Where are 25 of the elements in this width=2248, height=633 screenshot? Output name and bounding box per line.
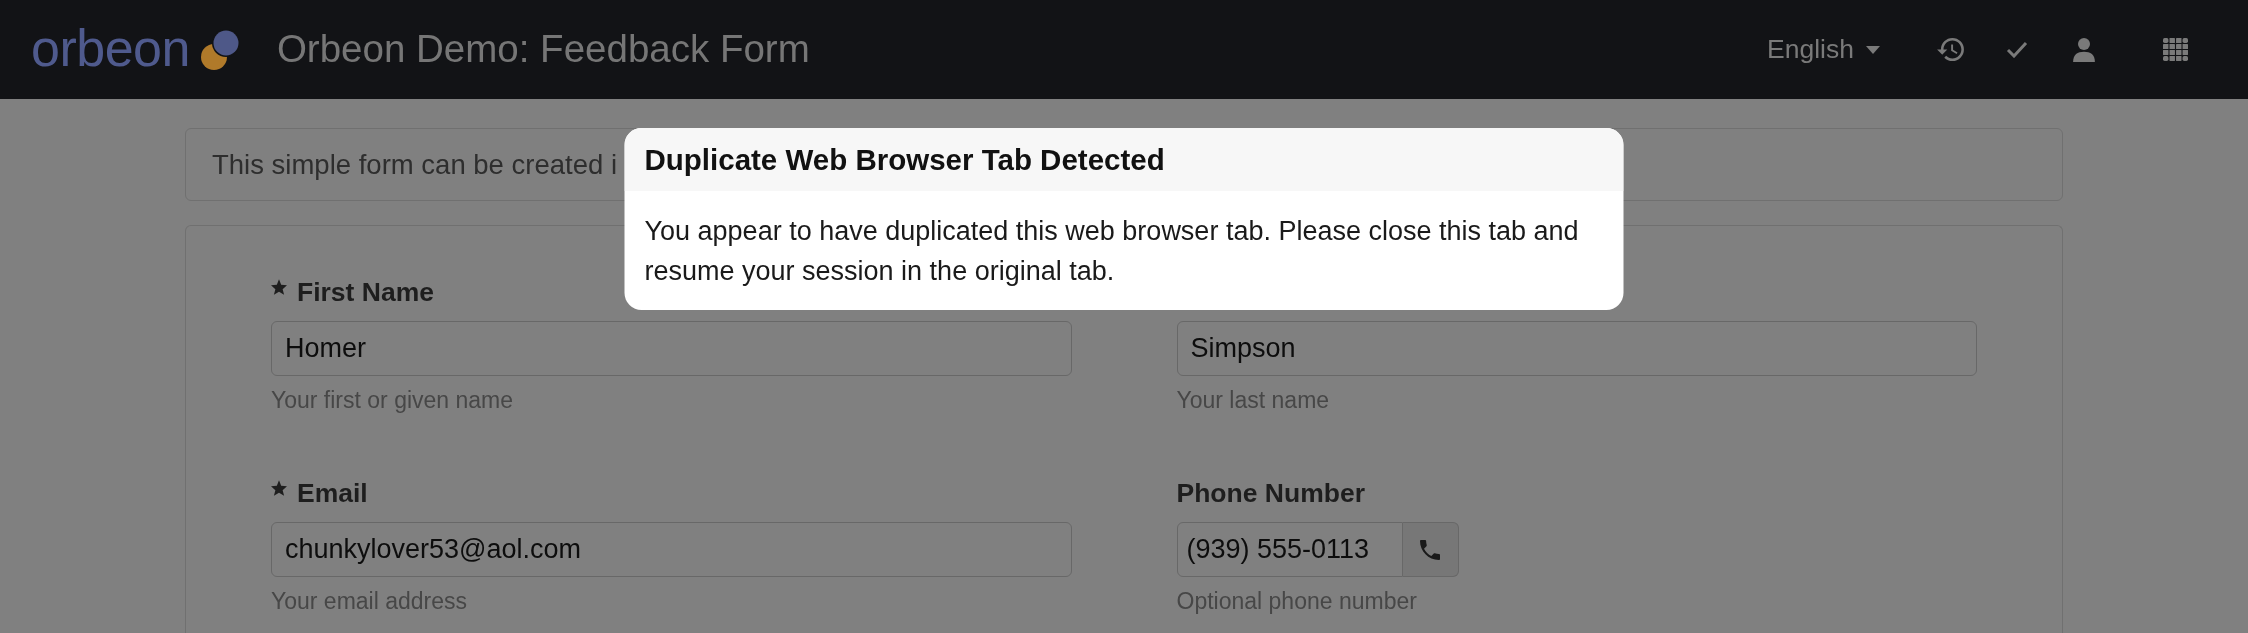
help-text: Optional phone number [1176,589,1418,613]
field-label: Phone Number [1176,479,1365,507]
text-field[interactable]: Simpson [1176,321,1977,376]
check-icon[interactable] [2006,41,2028,58]
language-dropdown[interactable]: English [1767,36,1880,63]
user-icon[interactable] [2073,37,2095,62]
phone-field[interactable]: (939) 555-0113 [1176,522,1403,577]
logo-text: orbeon [31,21,190,74]
intro-text: This simple form can be created i [212,147,618,182]
help-text: Your first or given name [271,388,515,412]
dialog-title: Duplicate Web Browser Tab Detected [644,141,1165,178]
caret-icon [1866,45,1880,54]
dialog-message: You appear to have duplicated this web browser tab. Please close this tab and resume your session in the original tab. [643,215,1580,288]
help-text: Your email address [271,589,469,613]
text-field[interactable]: chunkylover53@aol.com [271,522,1072,577]
phone-icon [1420,539,1440,560]
grid-icon[interactable] [2163,38,2188,61]
text-field[interactable]: Homer [271,321,1072,376]
logo-circles-icon [199,28,240,71]
help-text: Your last name [1176,388,1331,412]
history-icon[interactable] [1937,38,1964,61]
app-title: Orbeon Demo: Feedback Form [276,30,810,69]
field-label: First Name [297,278,434,306]
field-label: Email [297,479,368,507]
phone-button[interactable] [1402,522,1459,577]
